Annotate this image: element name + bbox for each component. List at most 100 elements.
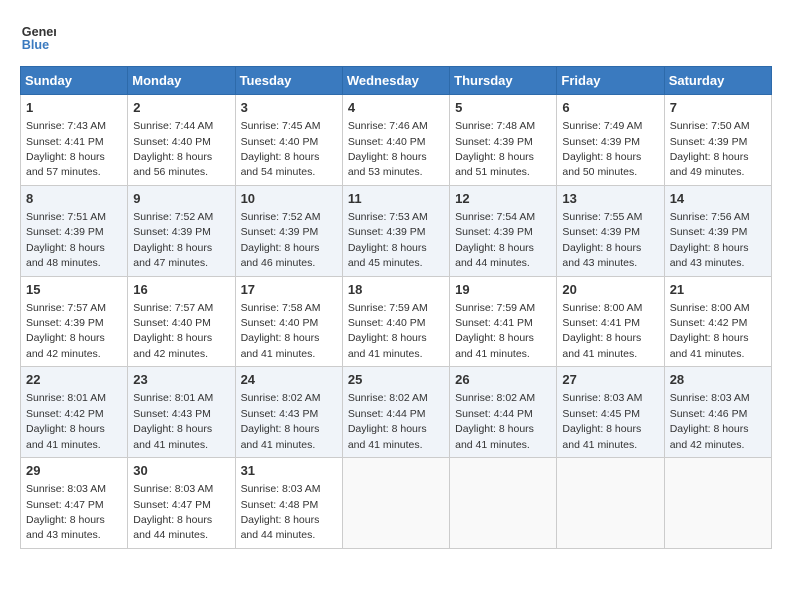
calendar-cell: 19 Sunrise: 7:59 AMSunset: 4:41 PMDayligh… bbox=[450, 276, 557, 367]
day-number: 19 bbox=[455, 281, 551, 299]
day-number: 18 bbox=[348, 281, 444, 299]
calendar-cell: 31 Sunrise: 8:03 AMSunset: 4:48 PMDayligh… bbox=[235, 458, 342, 549]
column-header-saturday: Saturday bbox=[664, 67, 771, 95]
calendar-cell: 6Sunrise: 7:49 AMSunset: 4:39 PMDaylight… bbox=[557, 95, 664, 186]
day-number: 10 bbox=[241, 190, 337, 208]
sunrise-info: Sunrise: 8:01 AMSunset: 4:42 PMDaylight:… bbox=[26, 392, 106, 450]
calendar-cell: 4Sunrise: 7:46 AMSunset: 4:40 PMDaylight… bbox=[342, 95, 449, 186]
calendar-cell: 3Sunrise: 7:45 AMSunset: 4:40 PMDaylight… bbox=[235, 95, 342, 186]
sunrise-info: Sunrise: 8:03 AMSunset: 4:47 PMDaylight:… bbox=[26, 483, 106, 541]
svg-text:Blue: Blue bbox=[22, 38, 49, 52]
calendar-cell: 17 Sunrise: 7:58 AMSunset: 4:40 PMDayligh… bbox=[235, 276, 342, 367]
sunrise-info: Sunrise: 8:03 AMSunset: 4:47 PMDaylight:… bbox=[133, 483, 213, 541]
sunrise-info: Sunrise: 7:59 AMSunset: 4:41 PMDaylight:… bbox=[455, 302, 535, 360]
calendar-cell: 11Sunrise: 7:53 AMSunset: 4:39 PMDayligh… bbox=[342, 185, 449, 276]
sunrise-info: Sunrise: 8:00 AMSunset: 4:41 PMDaylight:… bbox=[562, 302, 642, 360]
day-number: 1 bbox=[26, 99, 122, 117]
calendar-cell: 29 Sunrise: 8:03 AMSunset: 4:47 PMDayligh… bbox=[21, 458, 128, 549]
day-number: 25 bbox=[348, 371, 444, 389]
day-number: 14 bbox=[670, 190, 766, 208]
calendar-cell: 10Sunrise: 7:52 AMSunset: 4:39 PMDayligh… bbox=[235, 185, 342, 276]
day-number: 28 bbox=[670, 371, 766, 389]
day-number: 26 bbox=[455, 371, 551, 389]
calendar-cell: 18Sunrise: 7:59 AMSunset: 4:40 PMDayligh… bbox=[342, 276, 449, 367]
day-number: 16 bbox=[133, 281, 229, 299]
sunrise-info: Sunrise: 7:49 AMSunset: 4:39 PMDaylight:… bbox=[562, 120, 642, 178]
calendar-cell: 14Sunrise: 7:56 AMSunset: 4:39 PMDayligh… bbox=[664, 185, 771, 276]
sunrise-info: Sunrise: 7:58 AMSunset: 4:40 PMDaylight:… bbox=[241, 302, 321, 360]
day-number: 31 bbox=[241, 462, 337, 480]
day-number: 7 bbox=[670, 99, 766, 117]
calendar-cell: 2 Sunrise: 7:44 AMSunset: 4:40 PMDaylight… bbox=[128, 95, 235, 186]
calendar-cell: 25Sunrise: 8:02 AMSunset: 4:44 PMDayligh… bbox=[342, 367, 449, 458]
calendar-cell: 8Sunrise: 7:51 AMSunset: 4:39 PMDaylight… bbox=[21, 185, 128, 276]
day-number: 27 bbox=[562, 371, 658, 389]
day-number: 9 bbox=[133, 190, 229, 208]
column-header-friday: Friday bbox=[557, 67, 664, 95]
calendar-cell: 1 Sunrise: 7:43 AMSunset: 4:41 PMDaylight… bbox=[21, 95, 128, 186]
day-number: 12 bbox=[455, 190, 551, 208]
calendar-week-4: 22 Sunrise: 8:01 AMSunset: 4:42 PMDayligh… bbox=[21, 367, 772, 458]
sunrise-info: Sunrise: 8:02 AMSunset: 4:43 PMDaylight:… bbox=[241, 392, 321, 450]
calendar-cell: 30Sunrise: 8:03 AMSunset: 4:47 PMDayligh… bbox=[128, 458, 235, 549]
sunrise-info: Sunrise: 7:43 AMSunset: 4:41 PMDaylight:… bbox=[26, 120, 106, 178]
calendar: SundayMondayTuesdayWednesdayThursdayFrid… bbox=[20, 66, 772, 549]
day-number: 17 bbox=[241, 281, 337, 299]
calendar-cell: 28 Sunrise: 8:03 AMSunset: 4:46 PMDayligh… bbox=[664, 367, 771, 458]
sunrise-info: Sunrise: 8:03 AMSunset: 4:48 PMDaylight:… bbox=[241, 483, 321, 541]
sunrise-info: Sunrise: 8:02 AMSunset: 4:44 PMDaylight:… bbox=[455, 392, 535, 450]
sunrise-info: Sunrise: 7:57 AMSunset: 4:40 PMDaylight:… bbox=[133, 302, 213, 360]
calendar-cell: 20 Sunrise: 8:00 AMSunset: 4:41 PMDayligh… bbox=[557, 276, 664, 367]
sunrise-info: Sunrise: 8:01 AMSunset: 4:43 PMDaylight:… bbox=[133, 392, 213, 450]
header: General Blue bbox=[20, 20, 772, 56]
calendar-cell: 26 Sunrise: 8:02 AMSunset: 4:44 PMDayligh… bbox=[450, 367, 557, 458]
calendar-cell bbox=[664, 458, 771, 549]
day-number: 3 bbox=[241, 99, 337, 117]
day-number: 15 bbox=[26, 281, 122, 299]
sunrise-info: Sunrise: 8:03 AMSunset: 4:45 PMDaylight:… bbox=[562, 392, 642, 450]
sunrise-info: Sunrise: 7:52 AMSunset: 4:39 PMDaylight:… bbox=[133, 211, 213, 269]
calendar-week-3: 15 Sunrise: 7:57 AMSunset: 4:39 PMDayligh… bbox=[21, 276, 772, 367]
sunrise-info: Sunrise: 7:53 AMSunset: 4:39 PMDaylight:… bbox=[348, 211, 428, 269]
column-header-tuesday: Tuesday bbox=[235, 67, 342, 95]
sunrise-info: Sunrise: 7:48 AMSunset: 4:39 PMDaylight:… bbox=[455, 120, 535, 178]
day-number: 5 bbox=[455, 99, 551, 117]
calendar-cell: 22 Sunrise: 8:01 AMSunset: 4:42 PMDayligh… bbox=[21, 367, 128, 458]
calendar-cell: 15 Sunrise: 7:57 AMSunset: 4:39 PMDayligh… bbox=[21, 276, 128, 367]
calendar-week-2: 8Sunrise: 7:51 AMSunset: 4:39 PMDaylight… bbox=[21, 185, 772, 276]
sunrise-info: Sunrise: 7:57 AMSunset: 4:39 PMDaylight:… bbox=[26, 302, 106, 360]
day-number: 29 bbox=[26, 462, 122, 480]
calendar-cell bbox=[450, 458, 557, 549]
sunrise-info: Sunrise: 7:50 AMSunset: 4:39 PMDaylight:… bbox=[670, 120, 750, 178]
calendar-cell bbox=[342, 458, 449, 549]
column-header-monday: Monday bbox=[128, 67, 235, 95]
calendar-cell bbox=[557, 458, 664, 549]
column-header-thursday: Thursday bbox=[450, 67, 557, 95]
calendar-cell: 12 Sunrise: 7:54 AMSunset: 4:39 PMDayligh… bbox=[450, 185, 557, 276]
calendar-cell: 27 Sunrise: 8:03 AMSunset: 4:45 PMDayligh… bbox=[557, 367, 664, 458]
column-header-wednesday: Wednesday bbox=[342, 67, 449, 95]
calendar-week-5: 29 Sunrise: 8:03 AMSunset: 4:47 PMDayligh… bbox=[21, 458, 772, 549]
sunrise-info: Sunrise: 8:03 AMSunset: 4:46 PMDaylight:… bbox=[670, 392, 750, 450]
day-number: 2 bbox=[133, 99, 229, 117]
day-number: 24 bbox=[241, 371, 337, 389]
calendar-header-row: SundayMondayTuesdayWednesdayThursdayFrid… bbox=[21, 67, 772, 95]
day-number: 8 bbox=[26, 190, 122, 208]
calendar-cell: 5 Sunrise: 7:48 AMSunset: 4:39 PMDaylight… bbox=[450, 95, 557, 186]
calendar-cell: 23 Sunrise: 8:01 AMSunset: 4:43 PMDayligh… bbox=[128, 367, 235, 458]
day-number: 23 bbox=[133, 371, 229, 389]
logo: General Blue bbox=[20, 20, 60, 56]
column-header-sunday: Sunday bbox=[21, 67, 128, 95]
calendar-cell: 7 Sunrise: 7:50 AMSunset: 4:39 PMDaylight… bbox=[664, 95, 771, 186]
calendar-cell: 21Sunrise: 8:00 AMSunset: 4:42 PMDayligh… bbox=[664, 276, 771, 367]
calendar-cell: 24 Sunrise: 8:02 AMSunset: 4:43 PMDayligh… bbox=[235, 367, 342, 458]
day-number: 22 bbox=[26, 371, 122, 389]
sunrise-info: Sunrise: 7:54 AMSunset: 4:39 PMDaylight:… bbox=[455, 211, 535, 269]
day-number: 20 bbox=[562, 281, 658, 299]
calendar-cell: 16 Sunrise: 7:57 AMSunset: 4:40 PMDayligh… bbox=[128, 276, 235, 367]
day-number: 4 bbox=[348, 99, 444, 117]
sunrise-info: Sunrise: 7:44 AMSunset: 4:40 PMDaylight:… bbox=[133, 120, 213, 178]
sunrise-info: Sunrise: 7:55 AMSunset: 4:39 PMDaylight:… bbox=[562, 211, 642, 269]
logo-icon: General Blue bbox=[20, 20, 56, 56]
day-number: 13 bbox=[562, 190, 658, 208]
